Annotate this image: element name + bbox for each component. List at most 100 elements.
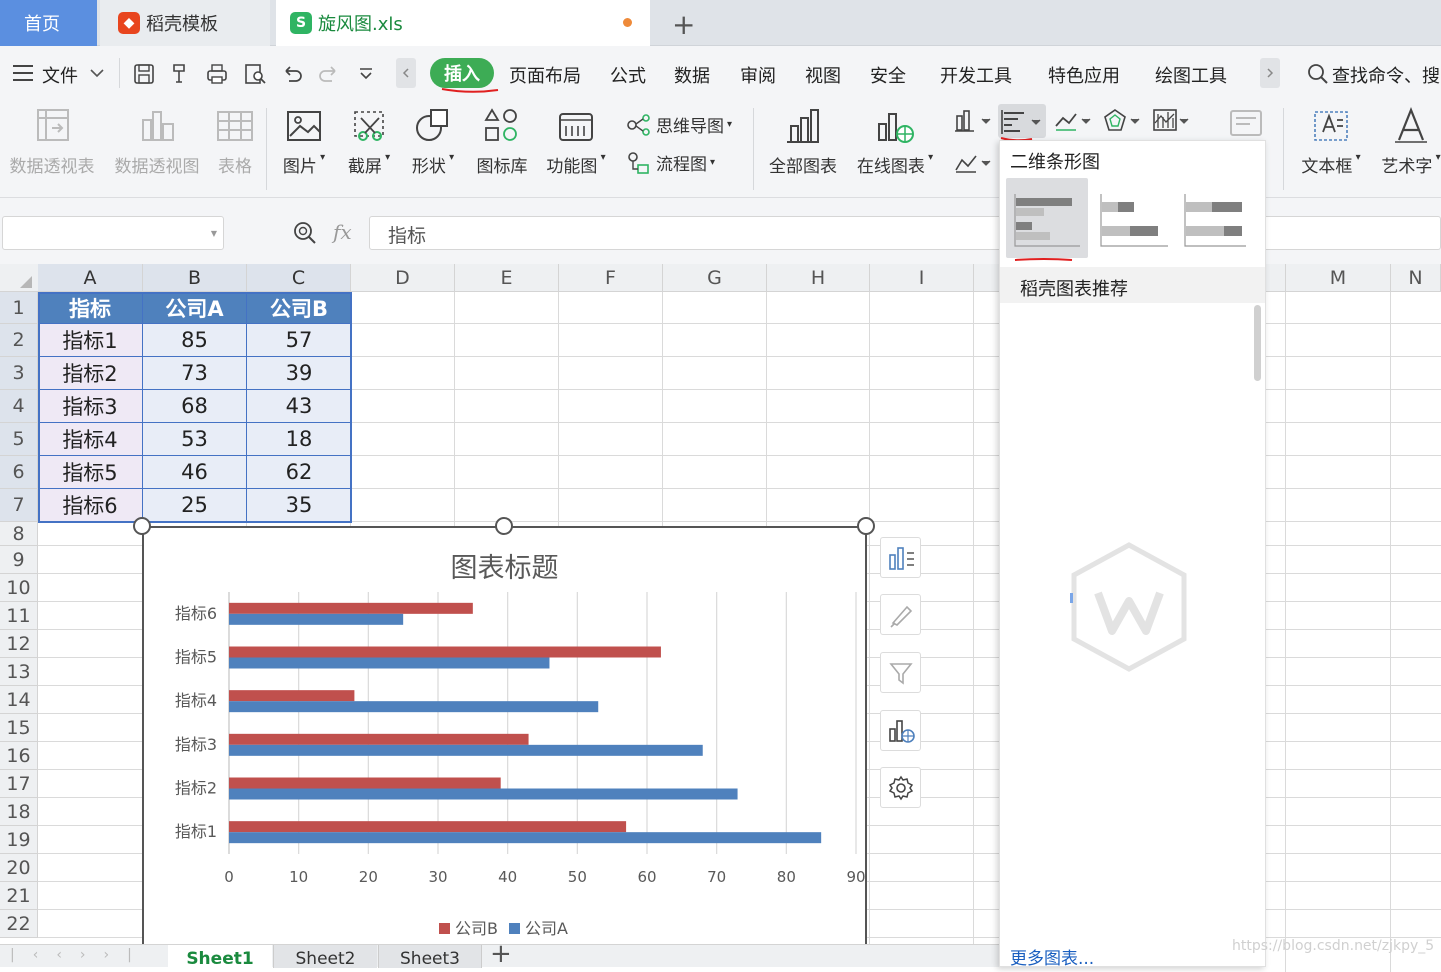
menu-view[interactable]: 视图: [805, 62, 841, 88]
col-header-N[interactable]: N: [1391, 264, 1441, 292]
save-icon[interactable]: [132, 62, 156, 86]
mindmap-button[interactable]: 思维导图 ▾: [626, 112, 732, 137]
table-header-cell[interactable]: 公司B: [247, 292, 352, 324]
pivot-table-button[interactable]: 数据透视表: [6, 106, 98, 177]
table-cell[interactable]: 指标6: [38, 489, 143, 522]
menu-drawing-tools[interactable]: 绘图工具: [1155, 62, 1227, 88]
formula-input[interactable]: 指标: [369, 216, 1441, 250]
menu-special[interactable]: 特色应用: [1048, 62, 1120, 88]
sheet-tab-2[interactable]: Sheet2: [273, 945, 377, 969]
menu-insert[interactable]: 插入: [430, 58, 494, 88]
scroll-left-button[interactable]: [396, 58, 416, 88]
table-cell[interactable]: 指标2: [38, 357, 143, 390]
chart-plot[interactable]: 0 10 20 30 40 50 60 70 80 90 指标1 指标2 指标3 指标4 指标5 指标6 公司B…: [144, 528, 865, 954]
resize-handle[interactable]: [133, 517, 151, 535]
menu-formula[interactable]: 公式: [610, 62, 646, 88]
pivot-chart-button[interactable]: 数据透视图: [110, 106, 204, 177]
chevron-down-icon[interactable]: [90, 68, 104, 78]
function-chart-icon: [556, 106, 596, 146]
function-chart-button[interactable]: 功能图 ▾: [543, 106, 609, 177]
bar-chart-dropdown[interactable]: [998, 104, 1046, 138]
resize-handle[interactable]: [495, 517, 513, 535]
table-cell[interactable]: 73: [143, 357, 247, 390]
name-box[interactable]: ▼: [2, 216, 224, 250]
col-header-M[interactable]: M: [1286, 264, 1391, 292]
mindmap-icon: [627, 113, 650, 136]
search-icon[interactable]: [1306, 62, 1330, 86]
print-icon[interactable]: [205, 62, 229, 86]
table-cell[interactable]: 53: [143, 423, 247, 456]
scroll-right-button[interactable]: [1260, 58, 1280, 88]
screenshot-button[interactable]: 截屏 ▾: [344, 106, 394, 177]
format-painter-icon[interactable]: [168, 62, 192, 86]
picture-button[interactable]: 图片 ▾: [280, 106, 328, 177]
table-cell[interactable]: 25: [143, 489, 247, 522]
menu-developer[interactable]: 开发工具: [940, 62, 1012, 88]
flowchart-button[interactable]: 流程图 ▾: [626, 150, 715, 175]
menu-security[interactable]: 安全: [870, 62, 906, 88]
radar-chart-dropdown[interactable]: [1103, 108, 1143, 134]
sheet-tab-1[interactable]: Sheet1: [168, 945, 272, 969]
table-cell[interactable]: 57: [247, 324, 352, 357]
area-chart-dropdown[interactable]: [954, 150, 994, 176]
new-tab-button[interactable]: +: [672, 8, 695, 41]
table-header-cell[interactable]: 指标: [38, 292, 143, 324]
online-charts-button[interactable]: 在线图表 ▾: [852, 106, 938, 177]
bar-chart[interactable]: 图表标题 0 10 20 30 40 50 60 70 80 90 指标1 指标2 指标3 指标4 指标5 指…: [142, 526, 867, 956]
tab-home[interactable]: 首页: [0, 0, 97, 46]
menu-review[interactable]: 审阅: [740, 62, 776, 88]
undo-icon[interactable]: [281, 62, 305, 86]
all-charts-button[interactable]: 全部图表: [766, 106, 840, 177]
percent-stacked-bar-option[interactable]: [1178, 178, 1258, 258]
sheet-nav-arrows[interactable]: |‹‹››|: [10, 947, 150, 963]
table-cell[interactable]: 指标3: [38, 390, 143, 423]
chart-style-button[interactable]: [880, 594, 921, 635]
chart-filter-button[interactable]: [880, 652, 921, 693]
menu-file[interactable]: 文件: [42, 62, 78, 88]
textbox-button[interactable]: 文本框 ▾: [1296, 106, 1366, 177]
table-cell[interactable]: 68: [143, 390, 247, 423]
chart-settings-button[interactable]: [880, 767, 921, 808]
quick-access-dropdown-icon[interactable]: [358, 67, 374, 81]
mindmap-label: 思维导图: [656, 117, 724, 137]
table-cell[interactable]: 43: [247, 390, 352, 423]
online-chart-side-button[interactable]: [880, 710, 921, 751]
table-cell[interactable]: 39: [247, 357, 352, 390]
more-charts-link[interactable]: 更多图表...: [1010, 944, 1094, 969]
stock-chart-dropdown[interactable]: [1152, 108, 1192, 134]
legend-marker: [509, 923, 520, 934]
table-cell[interactable]: 62: [247, 456, 352, 489]
tab-file[interactable]: S 旋风图.xls: [276, 0, 650, 46]
icon-library-button[interactable]: 图标库: [474, 106, 530, 177]
table-cell[interactable]: 指标5: [38, 456, 143, 489]
resize-handle[interactable]: [857, 517, 875, 535]
print-preview-icon[interactable]: [243, 62, 267, 86]
sheet-tab-3[interactable]: Sheet3: [378, 945, 482, 969]
search-command-input[interactable]: 查找命令、搜: [1332, 62, 1440, 88]
fx-label[interactable]: fx: [333, 220, 352, 244]
redo-icon[interactable]: [316, 62, 340, 86]
table-button[interactable]: 表格: [214, 106, 256, 177]
line-chart-dropdown[interactable]: [1054, 108, 1094, 134]
chevron-down-icon[interactable]: ▼: [211, 229, 217, 238]
tab-template[interactable]: ◆ 稻壳模板: [100, 0, 270, 46]
add-sheet-button[interactable]: +: [490, 939, 512, 969]
scrollbar-thumb[interactable]: [1254, 305, 1261, 381]
stacked-bar-option[interactable]: [1094, 178, 1174, 258]
column-chart-dropdown[interactable]: [954, 108, 994, 134]
menu-page-layout[interactable]: 页面布局: [509, 62, 581, 88]
table-header-cell[interactable]: 公司A: [143, 292, 247, 324]
table-cell[interactable]: 18: [247, 423, 352, 456]
wordart-button[interactable]: 艺术字 ▾: [1380, 106, 1441, 177]
menu-data[interactable]: 数据: [674, 62, 710, 88]
zoom-formula-icon[interactable]: [292, 220, 318, 246]
shape-button[interactable]: 形状 ▾: [408, 106, 458, 177]
table-cell[interactable]: 指标4: [38, 423, 143, 456]
chart-elements-button[interactable]: [880, 537, 921, 578]
table-cell[interactable]: 指标1: [38, 324, 143, 357]
table-cell[interactable]: 85: [143, 324, 247, 357]
hamburger-icon[interactable]: [12, 63, 34, 83]
table-cell[interactable]: 35: [247, 489, 352, 522]
table-cell[interactable]: 46: [143, 456, 247, 489]
clustered-bar-option[interactable]: [1006, 178, 1088, 258]
